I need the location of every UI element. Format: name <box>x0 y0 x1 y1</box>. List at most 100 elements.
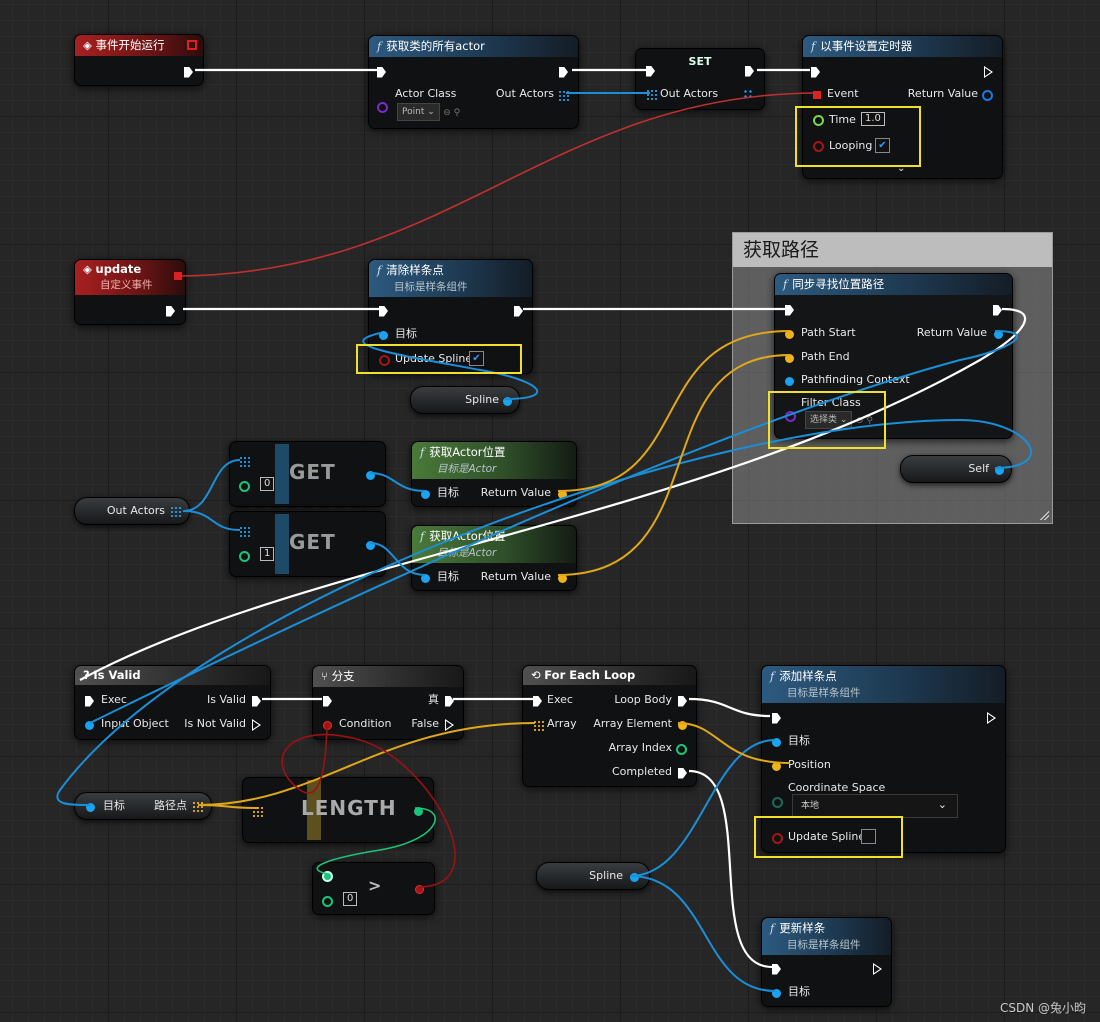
self-pin[interactable] <box>995 463 1004 477</box>
pathfinding-context-pin[interactable] <box>785 374 794 388</box>
node-find-path-synchronously[interactable]: f 同步寻找位置路径 Path Start Return Value Path E… <box>774 273 1013 439</box>
path-start-pin[interactable] <box>785 327 794 341</box>
array-pin[interactable] <box>192 799 203 813</box>
exec-out-pin[interactable] <box>993 303 1002 317</box>
time-pin[interactable] <box>813 113 824 127</box>
a-pin[interactable] <box>322 869 333 883</box>
update-spline-pin[interactable] <box>379 353 390 367</box>
exec-out-pin[interactable] <box>184 65 193 79</box>
is-valid-pin[interactable] <box>252 694 261 708</box>
array-pin[interactable] <box>252 804 263 818</box>
b-pin[interactable] <box>322 894 333 908</box>
array-pin[interactable] <box>558 88 569 102</box>
spline-pin[interactable] <box>630 870 639 884</box>
input-object-pin[interactable] <box>85 718 94 732</box>
node-set-timer-by-event[interactable]: f 以事件设置定时器 Event Return Value Time 1.0 Lo… <box>802 35 1003 179</box>
delegate-pin[interactable] <box>187 40 197 50</box>
expand-chevron-icon[interactable]: ⌄ <box>897 162 905 176</box>
exec-in-pin[interactable] <box>323 694 332 708</box>
length-out-pin[interactable] <box>414 804 423 818</box>
node-array-length[interactable]: LENGTH <box>242 777 434 843</box>
target-pin[interactable] <box>772 735 781 749</box>
output-pin[interactable] <box>366 538 375 552</box>
node-out-actors-variable[interactable]: Out Actors <box>74 497 190 525</box>
array-pin[interactable] <box>239 454 250 468</box>
looping-pin[interactable] <box>813 139 824 153</box>
b-input[interactable]: 0 <box>343 892 358 906</box>
node-path-points-getter[interactable]: 目标 路径点 <box>74 792 212 820</box>
update-spline-checkbox[interactable]: ✔ <box>469 351 484 366</box>
index-input[interactable]: 0 <box>260 477 275 491</box>
spline-pin[interactable] <box>503 394 512 408</box>
path-end-pin[interactable] <box>785 351 794 365</box>
output-pin[interactable] <box>366 468 375 482</box>
class-dropdown[interactable]: Point ⌄ ⊖ ⚲ <box>397 103 460 121</box>
exec-in-pin[interactable] <box>772 711 781 725</box>
filter-class-dropdown[interactable]: 选择类 ⌄ ⊖ ⚲ <box>805 411 873 429</box>
looping-checkbox[interactable]: ✔ <box>875 138 890 153</box>
exec-out-pin[interactable] <box>166 304 175 318</box>
node-spline-variable[interactable]: Spline <box>536 862 650 890</box>
array-index-pin[interactable] <box>676 742 687 756</box>
exec-in-pin[interactable] <box>646 64 655 78</box>
time-input[interactable]: 1.0 <box>861 112 885 126</box>
node-get-all-actors-of-class[interactable]: f 获取类的所有actor Actor Class Point ⌄ ⊖ ⚲ Out… <box>368 35 579 129</box>
node-set[interactable]: SET Out Actors <box>635 48 765 110</box>
index-input[interactable]: 1 <box>260 547 275 561</box>
position-pin[interactable] <box>772 759 781 773</box>
node-custom-event-update[interactable]: ◈ update 自定义事件 <box>74 259 186 325</box>
exec-out-pin[interactable] <box>514 304 523 318</box>
return-value-pin[interactable] <box>994 327 1003 341</box>
false-pin[interactable] <box>445 718 454 732</box>
target-pin[interactable] <box>772 986 781 1000</box>
exec-in-pin[interactable] <box>85 694 94 708</box>
completed-pin[interactable] <box>678 766 687 780</box>
coordinate-space-pin[interactable] <box>772 795 783 809</box>
array-element-pin[interactable] <box>678 718 687 732</box>
update-spline-checkbox[interactable] <box>861 829 876 844</box>
node-update-spline[interactable]: f 更新样条 目标是样条组件 目标 <box>761 917 892 1007</box>
return-value-pin[interactable] <box>982 88 993 102</box>
node-add-spline-point[interactable]: f 添加样条点 目标是样条组件 目标 Position Coordinate Sp… <box>761 665 1006 853</box>
exec-in-pin[interactable] <box>379 304 388 318</box>
node-for-each-loop[interactable]: ⟲ For Each Loop Exec Loop Body Array Arr… <box>522 665 697 787</box>
node-array-get-1[interactable]: GET 1 <box>229 511 386 577</box>
index-pin[interactable] <box>239 479 250 493</box>
exec-out-pin[interactable] <box>873 962 882 976</box>
event-pin[interactable] <box>813 88 821 102</box>
filter-class-pin[interactable] <box>785 409 796 423</box>
delegate-pin[interactable] <box>174 272 182 280</box>
node-event-begin-play[interactable]: ◈ 事件开始运行 <box>74 34 204 86</box>
exec-in-pin[interactable] <box>377 65 386 79</box>
node-clear-spline-points[interactable]: f 清除样条点 目标是样条组件 目标 Update Spline ✔ <box>368 259 533 374</box>
array-pin[interactable] <box>533 718 544 732</box>
loop-body-pin[interactable] <box>678 694 687 708</box>
return-value-pin[interactable] <box>558 571 567 585</box>
coordinate-space-dropdown[interactable]: 本地 ⌄ <box>792 794 958 818</box>
browse-icon[interactable]: ⊖ ⚲ <box>443 108 460 118</box>
true-pin[interactable] <box>445 694 454 708</box>
exec-in-pin[interactable] <box>533 694 542 708</box>
array-pin[interactable] <box>239 524 250 538</box>
exec-out-pin[interactable] <box>559 65 568 79</box>
update-spline-pin[interactable] <box>772 831 783 845</box>
condition-pin[interactable] <box>323 718 332 732</box>
comment-title[interactable]: 获取路径 <box>733 233 1052 267</box>
exec-in-pin[interactable] <box>785 303 794 317</box>
node-branch[interactable]: ⑂ 分支 真 Condition False <box>312 665 464 740</box>
exec-out-pin[interactable] <box>987 711 996 725</box>
node-get-actor-location-1[interactable]: f 获取Actor位置 目标是Actor 目标 Return Value <box>411 525 577 591</box>
node-spline-variable[interactable]: Spline <box>410 386 520 414</box>
node-greater-than[interactable]: 0 > <box>312 862 435 915</box>
node-self-reference[interactable]: Self <box>900 455 1012 483</box>
resize-handle-icon[interactable] <box>1039 510 1049 520</box>
is-not-valid-pin[interactable] <box>252 718 261 732</box>
node-is-valid[interactable]: ? Is Valid Exec Is Valid Input Object Is… <box>74 665 271 740</box>
result-pin[interactable] <box>415 882 424 896</box>
array-out-pin[interactable] <box>743 87 754 101</box>
exec-out-pin[interactable] <box>745 64 754 78</box>
return-value-pin[interactable] <box>558 487 567 501</box>
exec-in-pin[interactable] <box>811 65 820 79</box>
target-pin[interactable] <box>421 487 430 501</box>
target-pin[interactable] <box>421 571 430 585</box>
